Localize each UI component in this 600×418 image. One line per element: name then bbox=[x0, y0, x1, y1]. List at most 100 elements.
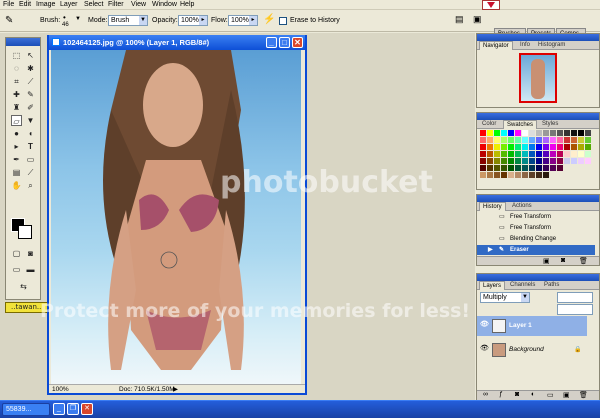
tab-layers[interactable]: Layers bbox=[479, 281, 506, 290]
move-tool-icon[interactable]: ↖ bbox=[25, 50, 36, 61]
brush-tool-icon[interactable]: ✎ bbox=[25, 89, 36, 100]
layer-row[interactable]: 👁 Background 🔒 bbox=[477, 340, 587, 360]
eraser-tool-icon[interactable]: ▱ bbox=[11, 115, 22, 126]
new-layer-icon[interactable]: ▣ bbox=[563, 391, 570, 399]
minimize-button[interactable]: _ bbox=[266, 37, 277, 48]
close-button[interactable]: ✕ bbox=[292, 37, 303, 48]
tab-actions[interactable]: Actions bbox=[509, 202, 535, 211]
new-group-icon[interactable]: ▭ bbox=[547, 391, 554, 399]
trash-icon[interactable]: 🗑 bbox=[579, 257, 588, 265]
layer-opacity-input[interactable] bbox=[557, 292, 593, 303]
document-titlebar[interactable]: 102464125.jpg @ 100% (Layer 1, RGB/8#) _… bbox=[49, 35, 305, 50]
paint-bucket-icon[interactable]: ▼ bbox=[25, 115, 36, 126]
standard-mode-icon[interactable]: ▢ bbox=[11, 248, 22, 259]
new-document-from-state-icon[interactable]: ▣ bbox=[543, 257, 550, 265]
menu-help[interactable]: Help bbox=[180, 1, 194, 8]
magic-wand-icon[interactable]: ✱ bbox=[25, 63, 36, 74]
menu-edit[interactable]: Edit bbox=[19, 1, 31, 8]
pen-tool-icon[interactable]: ✒ bbox=[11, 154, 22, 165]
clone-stamp-icon[interactable]: ♜ bbox=[11, 102, 22, 113]
swatch-grid[interactable] bbox=[480, 130, 595, 186]
layer-fill-input[interactable] bbox=[557, 304, 593, 315]
crop-tool-icon[interactable]: ⌗ bbox=[11, 76, 22, 87]
tab-styles[interactable]: Styles bbox=[539, 120, 561, 129]
tab-color[interactable]: Color bbox=[479, 120, 499, 129]
tab-histogram[interactable]: Histogram bbox=[535, 41, 568, 50]
lasso-tool-icon[interactable]: ◌ bbox=[11, 63, 22, 74]
notes-tool-icon[interactable]: ▤ bbox=[11, 167, 22, 178]
eyedropper-icon[interactable]: ⟋ bbox=[25, 167, 36, 178]
new-snapshot-icon[interactable]: ◙ bbox=[561, 257, 565, 264]
palette-well-icon[interactable]: ▣ bbox=[473, 14, 482, 25]
menu-window[interactable]: Window bbox=[152, 1, 177, 8]
mode-select[interactable]: Brush ▼ bbox=[108, 15, 148, 26]
menu-view[interactable]: View bbox=[131, 1, 146, 8]
navigator-figure bbox=[531, 59, 545, 99]
eraser-icon[interactable]: ✎ bbox=[5, 15, 13, 26]
history-panel-titlebar[interactable] bbox=[477, 195, 599, 202]
zoom-tool-icon[interactable]: ⌕ bbox=[25, 180, 36, 191]
image-canvas[interactable] bbox=[51, 50, 301, 385]
menu-select[interactable]: Select bbox=[84, 1, 103, 8]
opacity-input[interactable]: 100% ▸ bbox=[178, 15, 208, 26]
trash-icon[interactable]: 🗑 bbox=[579, 391, 588, 399]
file-browser-icon[interactable]: ▤ bbox=[455, 14, 464, 25]
flow-input[interactable]: 100% ▸ bbox=[228, 15, 258, 26]
path-selection-icon[interactable]: ▸ bbox=[11, 141, 22, 152]
tab-navigator[interactable]: Navigator bbox=[479, 41, 513, 50]
brush-picker-arrow-icon[interactable]: ▼ bbox=[75, 16, 81, 22]
status-menu-arrow-icon[interactable]: ▶ bbox=[173, 385, 178, 394]
history-item[interactable]: ▭ Blending Change bbox=[477, 234, 595, 244]
navigator-preview[interactable] bbox=[519, 53, 557, 103]
tab-history[interactable]: History bbox=[479, 202, 506, 211]
menu-file[interactable]: File bbox=[3, 1, 14, 8]
layer-style-icon[interactable]: ƒ bbox=[499, 391, 503, 398]
document-title: 102464125.jpg @ 100% (Layer 1, RGB/8#) bbox=[63, 38, 210, 47]
taskbar-window-button[interactable]: 55839... bbox=[2, 403, 50, 416]
brush-preview-icon[interactable]: • bbox=[63, 13, 66, 22]
history-item-selected[interactable]: ▶ ✎ Eraser bbox=[477, 245, 595, 255]
slice-tool-icon[interactable]: ⟋ bbox=[25, 76, 36, 87]
adjustment-layer-icon[interactable]: ◐ bbox=[531, 391, 535, 398]
layers-panel-titlebar[interactable] bbox=[477, 274, 599, 281]
hand-tool-icon[interactable]: ✋ bbox=[11, 180, 22, 191]
history-item[interactable]: ▭ Free Transform bbox=[477, 223, 595, 233]
taskbar-minimize-button[interactable]: _ bbox=[53, 403, 65, 415]
blur-tool-icon[interactable]: ● bbox=[11, 128, 22, 139]
link-icon[interactable]: ∞ bbox=[483, 391, 488, 398]
background-color-swatch[interactable] bbox=[18, 225, 32, 239]
menu-filter[interactable]: Filter bbox=[108, 1, 124, 8]
dodge-tool-icon[interactable]: ◖ bbox=[25, 128, 36, 139]
toolbox-titlebar[interactable] bbox=[6, 38, 40, 46]
quick-mask-icon[interactable]: ◙ bbox=[25, 248, 36, 259]
menu-image[interactable]: Image bbox=[36, 1, 55, 8]
layer-row[interactable]: 👁 Layer 1 bbox=[477, 316, 587, 336]
shape-tool-icon[interactable]: ▭ bbox=[25, 154, 36, 165]
eye-icon[interactable]: 👁 bbox=[480, 345, 489, 353]
taskbar-restore-button[interactable]: ❐ bbox=[67, 403, 79, 415]
screen-mode-full-icon[interactable]: ▬ bbox=[25, 264, 36, 275]
screen-mode-standard-icon[interactable]: ▭ bbox=[11, 264, 22, 275]
eye-icon[interactable]: 👁 bbox=[480, 321, 489, 329]
type-tool-icon[interactable]: T bbox=[25, 141, 36, 152]
taskbar-close-button[interactable]: ✕ bbox=[81, 403, 93, 415]
navigator-panel-titlebar[interactable] bbox=[477, 34, 599, 41]
mask-icon[interactable]: ◙ bbox=[515, 391, 519, 398]
maximize-button[interactable]: □ bbox=[279, 37, 290, 48]
tab-channels[interactable]: Channels bbox=[507, 281, 538, 290]
swatches-panel-titlebar[interactable] bbox=[477, 113, 599, 120]
healing-brush-icon[interactable]: ✚ bbox=[11, 89, 22, 100]
history-brush-icon[interactable]: ✐ bbox=[25, 102, 36, 113]
tab-paths[interactable]: Paths bbox=[541, 281, 562, 290]
menu-layer[interactable]: Layer bbox=[60, 1, 78, 8]
erase-to-history-checkbox[interactable] bbox=[279, 17, 287, 25]
marquee-tool-icon[interactable]: ⬚ bbox=[11, 50, 22, 61]
tab-info[interactable]: Info bbox=[517, 41, 533, 50]
zoom-level[interactable]: 100% bbox=[52, 385, 69, 394]
jump-to-imageready-icon[interactable]: ⇆ bbox=[18, 281, 29, 292]
history-item[interactable]: ▭ Free Transform bbox=[477, 212, 595, 222]
blend-mode-select[interactable]: Multiply ▼ bbox=[480, 292, 530, 303]
airbrush-icon[interactable]: ⚡ bbox=[263, 14, 275, 25]
layers-panel: Layers Channels Paths Multiply ▼ 👁 Layer … bbox=[476, 273, 600, 400]
tab-swatches[interactable]: Swatches bbox=[503, 120, 538, 129]
